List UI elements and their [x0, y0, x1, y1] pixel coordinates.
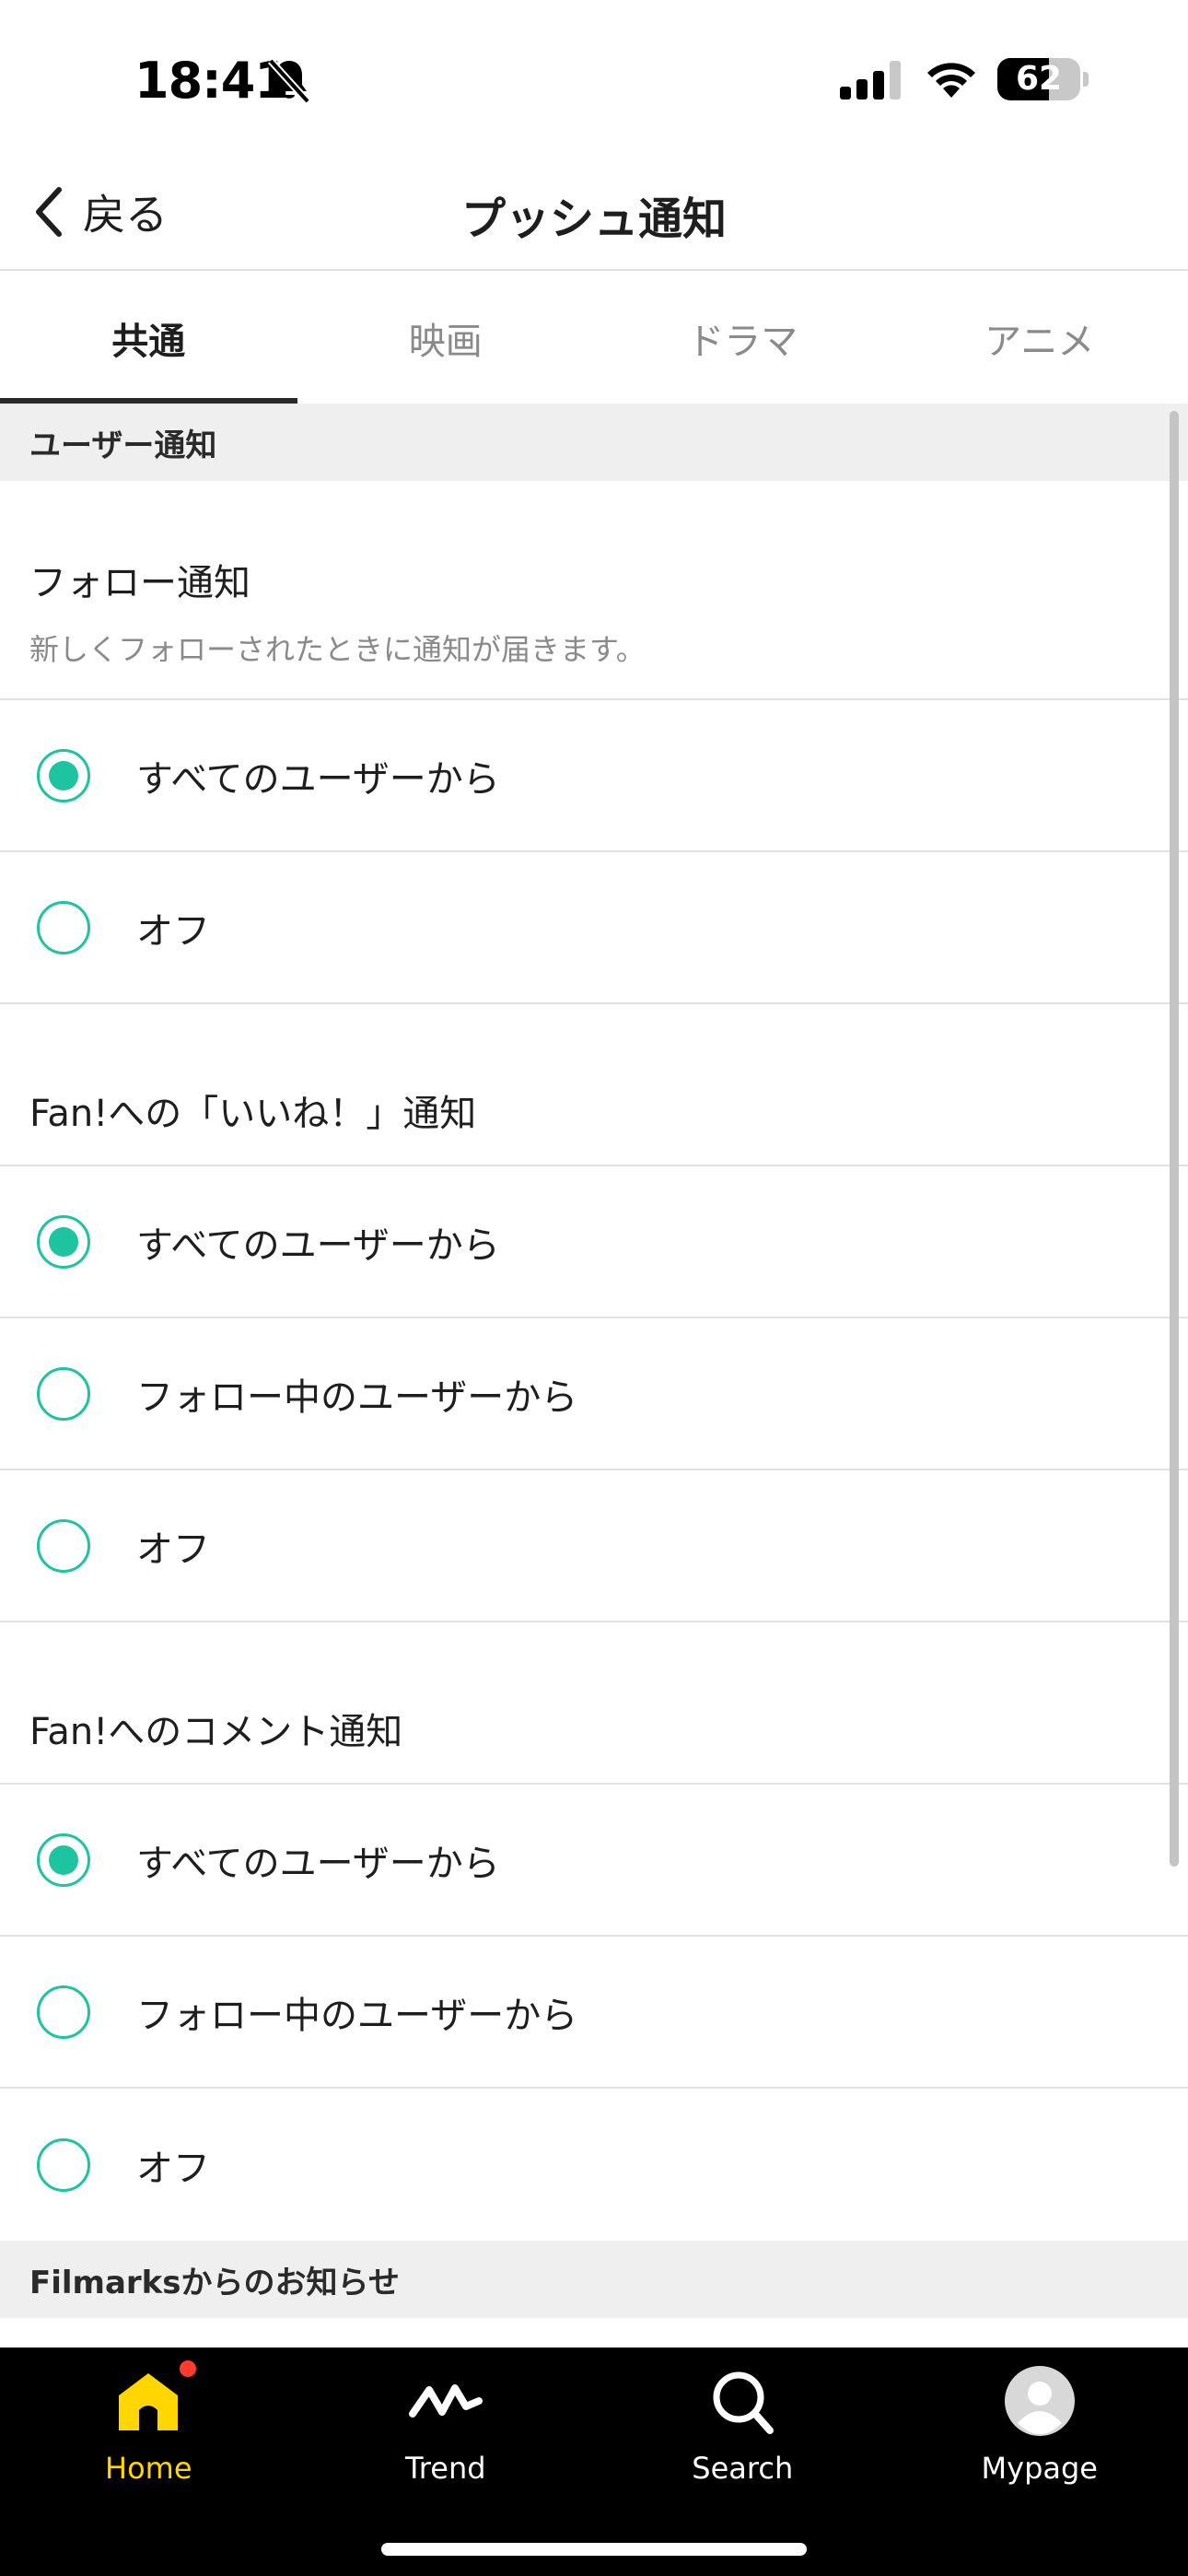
bottom-tab-home[interactable]: Home	[0, 2348, 297, 2513]
settings-list[interactable]: ユーザー通知 フォロー通知 新しくフォローされたときに通知が届きます。 すべての…	[0, 404, 1188, 2348]
radio-option-comment-following[interactable]: フォロー中のユーザーから	[0, 1937, 1188, 2089]
tab-bar: 共通 映画 ドラマ アニメ	[0, 273, 1188, 404]
cellular-signal-icon	[840, 61, 901, 100]
radio-option-comment-off[interactable]: オフ	[0, 2089, 1188, 2241]
battery-level: 62	[1015, 60, 1063, 98]
bottom-tab-trend[interactable]: Trend	[297, 2348, 595, 2513]
bottom-tab-label: Trend	[404, 2451, 486, 2486]
like-group-header: Fan!への「いいね！」通知	[0, 1004, 1188, 1166]
radio-option-like-following[interactable]: フォロー中のユーザーから	[0, 1318, 1188, 1470]
radio-button[interactable]	[37, 1518, 90, 1573]
home-icon	[111, 2360, 197, 2438]
bottom-tab-label: Search	[692, 2451, 794, 2486]
tab-common[interactable]: 共通	[0, 273, 297, 404]
option-label: オフ	[136, 1528, 210, 1571]
comment-group-header: Fan!へのコメント通知	[0, 1622, 1188, 1785]
navigation-bar: 戻る プッシュ通知	[0, 157, 1188, 271]
trend-icon	[408, 2364, 483, 2438]
radio-button[interactable]	[37, 1985, 90, 2039]
status-bar: 18:41 62	[0, 0, 1188, 157]
bottom-tab-mypage[interactable]: Mypage	[891, 2348, 1188, 2513]
scrollbar[interactable]	[1170, 411, 1179, 1867]
option-label: すべてのユーザーから	[136, 1224, 500, 1267]
tab-anime[interactable]: アニメ	[891, 273, 1188, 404]
radio-option-follow-all[interactable]: すべてのユーザーから	[0, 700, 1188, 852]
avatar-icon	[1003, 2364, 1077, 2438]
battery-icon: 62	[997, 58, 1080, 100]
option-label: すべてのユーザーから	[136, 1842, 500, 1885]
bottom-tab-search[interactable]: Search	[594, 2348, 891, 2513]
bottom-tab-label: Mypage	[981, 2451, 1098, 2486]
option-label: フォロー中のユーザーから	[136, 1994, 578, 2037]
bell-muted-icon	[268, 58, 310, 104]
section-header-filmarks-news: Filmarksからのお知らせ	[0, 2241, 1188, 2318]
radio-option-follow-off[interactable]: オフ	[0, 852, 1188, 1004]
option-label: フォロー中のユーザーから	[136, 1376, 578, 1419]
wifi-icon	[927, 63, 975, 98]
group-title-like: Fan!への「いいね！」通知	[29, 1093, 477, 1135]
home-indicator[interactable]	[381, 2543, 807, 2556]
group-title-comment: Fan!へのコメント通知	[29, 1711, 403, 1753]
radio-button-checked[interactable]	[37, 1832, 90, 1887]
tab-movies[interactable]: 映画	[297, 273, 595, 404]
radio-button-checked[interactable]	[37, 1214, 90, 1269]
notification-badge	[180, 2360, 197, 2377]
tab-dramas[interactable]: ドラマ	[594, 273, 891, 404]
section-header-user-notifications: ユーザー通知	[0, 404, 1188, 481]
radio-option-comment-all[interactable]: すべてのユーザーから	[0, 1785, 1188, 1937]
bottom-tab-bar: Home Trend Search Mypage	[0, 2348, 1188, 2576]
option-label: すべてのユーザーから	[136, 757, 500, 801]
radio-button[interactable]	[37, 2137, 90, 2192]
status-time: 18:41	[134, 52, 289, 110]
radio-button[interactable]	[37, 900, 90, 954]
page-title: プッシュ通知	[460, 193, 727, 245]
radio-option-like-off[interactable]: オフ	[0, 1470, 1188, 1622]
option-label: オフ	[136, 909, 210, 953]
radio-option-like-all[interactable]: すべてのユーザーから	[0, 1166, 1188, 1318]
follow-group-header: フォロー通知 新しくフォローされたときに通知が届きます。	[0, 481, 1188, 700]
option-label: オフ	[136, 2147, 210, 2190]
group-description-follow: 新しくフォローされたときに通知が届きます。	[29, 632, 646, 667]
radio-button[interactable]	[37, 1366, 90, 1421]
radio-button-checked[interactable]	[37, 748, 90, 802]
search-icon	[705, 2364, 779, 2438]
group-title-follow: フォロー通知	[29, 562, 250, 604]
bottom-tab-label: Home	[105, 2451, 192, 2486]
